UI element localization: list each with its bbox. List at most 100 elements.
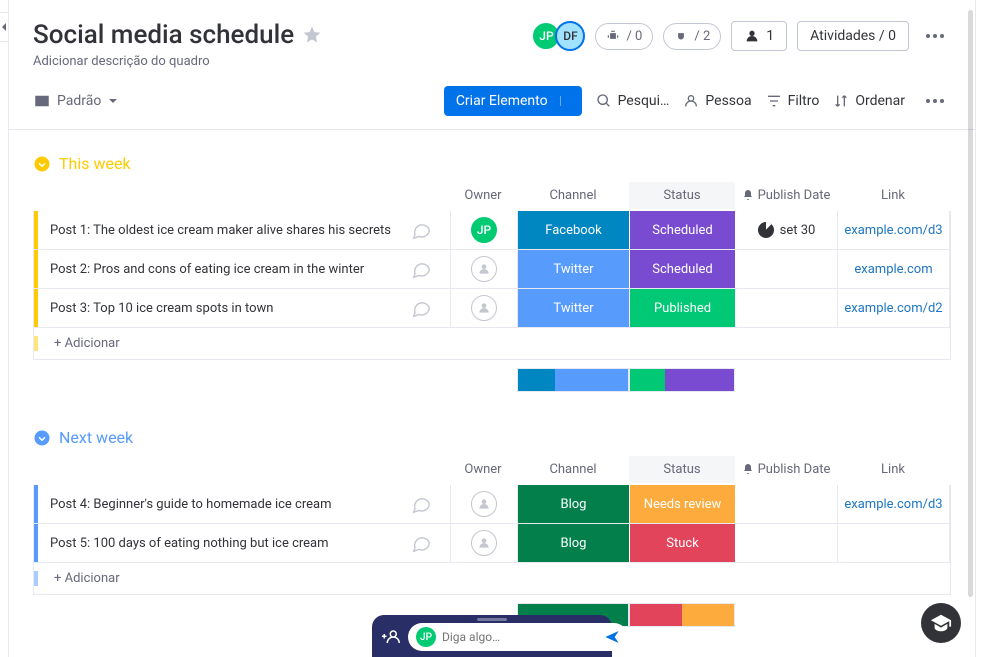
person-filter-button[interactable]: Pessoa — [683, 93, 751, 109]
member-avatar: DF — [555, 21, 585, 51]
owner-empty-icon[interactable] — [471, 295, 497, 321]
date-cell[interactable] — [736, 289, 838, 327]
chat-drag-handle[interactable] — [477, 618, 507, 621]
help-button[interactable] — [921, 603, 961, 643]
item-name-cell[interactable]: Post 4: Beginner's guide to homemade ice… — [38, 485, 450, 523]
channel-cell[interactable]: Facebook — [518, 211, 630, 249]
collapse-sidebar-button[interactable] — [0, 12, 8, 42]
chat-input[interactable] — [442, 630, 598, 644]
column-header-owner[interactable]: Owner — [449, 456, 517, 483]
item-name: Post 5: 100 days of eating nothing but i… — [50, 536, 329, 551]
owner-cell[interactable] — [450, 289, 518, 327]
table-row[interactable]: Post 5: 100 days of eating nothing but i… — [33, 524, 951, 563]
owner-empty-icon[interactable] — [471, 491, 497, 517]
item-name-cell[interactable]: Post 3: Top 10 ice cream spots in town — [38, 289, 450, 327]
search-button[interactable]: Pesqui… — [596, 93, 670, 109]
channel-cell[interactable]: Blog — [518, 524, 630, 562]
table-row[interactable]: Post 4: Beginner's guide to homemade ice… — [33, 485, 951, 524]
owner-cell[interactable] — [450, 250, 518, 288]
owner-empty-icon[interactable] — [471, 530, 497, 556]
invite-members-button[interactable]: 1 — [731, 21, 787, 51]
add-item-row[interactable]: + Adicionar — [33, 563, 951, 595]
sort-icon — [833, 93, 849, 109]
owner-cell[interactable]: JP — [450, 211, 518, 249]
conversation-icon[interactable] — [410, 258, 432, 280]
add-person-icon[interactable] — [382, 626, 400, 648]
collapse-group-icon[interactable] — [33, 155, 51, 173]
add-item-row[interactable]: + Adicionar — [33, 328, 951, 360]
column-header-link[interactable]: Link — [837, 456, 949, 483]
activities-button[interactable]: Atividades / 0 — [797, 21, 909, 51]
filter-button[interactable]: Filtro — [766, 93, 820, 109]
item-name-cell[interactable]: Post 2: Pros and cons of eating ice crea… — [38, 250, 450, 288]
table-row[interactable]: Post 2: Pros and cons of eating ice crea… — [33, 250, 951, 289]
group-title[interactable]: Next week — [59, 428, 133, 447]
column-header-date[interactable]: Publish Date — [735, 182, 837, 209]
channel-cell[interactable]: Blog — [518, 485, 630, 523]
status-summary — [629, 368, 735, 392]
column-header-status[interactable]: Status — [629, 456, 735, 483]
channel-cell[interactable]: Twitter — [518, 250, 630, 288]
group: This week Owner Channel Status Publish D… — [33, 154, 951, 392]
status-cell[interactable]: Scheduled — [630, 250, 736, 288]
group-title[interactable]: This week — [59, 154, 131, 173]
table-row[interactable]: Post 1: The oldest ice cream maker alive… — [33, 211, 951, 250]
status-cell[interactable]: Needs review — [630, 485, 736, 523]
owner-cell[interactable] — [450, 524, 518, 562]
date-cell[interactable] — [736, 485, 838, 523]
ellipsis-icon — [925, 98, 945, 104]
board-toolbar: Padrão Criar Elemento Pesqui… Pessoa Fil… — [9, 77, 975, 130]
integrations-pill[interactable]: / 2 — [663, 23, 721, 50]
people-icon — [744, 28, 760, 44]
owner-avatar[interactable]: JP — [469, 215, 499, 245]
conversation-icon[interactable] — [410, 493, 432, 515]
item-name-cell[interactable]: Post 5: 100 days of eating nothing but i… — [38, 524, 450, 562]
column-header-channel[interactable]: Channel — [517, 456, 629, 483]
board-title[interactable]: Social media schedule — [33, 20, 294, 50]
collapse-group-icon[interactable] — [33, 429, 51, 447]
status-cell[interactable]: Stuck — [630, 524, 736, 562]
column-header-date[interactable]: Publish Date — [735, 456, 837, 483]
avatar-stack[interactable]: JP DF — [537, 21, 585, 51]
conversation-icon[interactable] — [410, 297, 432, 319]
view-switcher[interactable]: Padrão — [33, 92, 119, 110]
conversation-icon[interactable] — [410, 219, 432, 241]
column-header-channel[interactable]: Channel — [517, 182, 629, 209]
view-label: Padrão — [57, 93, 101, 109]
send-icon[interactable] — [604, 629, 620, 645]
group: Next week Owner Channel Status Publish D… — [33, 428, 951, 627]
column-header-link[interactable]: Link — [837, 182, 949, 209]
column-header-status[interactable]: Status — [629, 182, 735, 209]
column-header-owner[interactable]: Owner — [449, 182, 517, 209]
board-body: This week Owner Channel Status Publish D… — [9, 130, 975, 657]
status-cell[interactable]: Published — [630, 289, 736, 327]
link-cell[interactable]: example.com/d2 — [838, 289, 950, 327]
sort-button[interactable]: Ordenar — [833, 93, 905, 109]
channel-cell[interactable]: Twitter — [518, 289, 630, 327]
conversation-icon[interactable] — [410, 532, 432, 554]
link-cell[interactable]: example.com/d3 — [838, 211, 950, 249]
link-cell[interactable]: example.com/d3 — [838, 485, 950, 523]
table-row[interactable]: Post 3: Top 10 ice cream spots in town T… — [33, 289, 951, 328]
automations-pill[interactable]: / 0 — [595, 23, 653, 50]
create-item-button[interactable]: Criar Elemento — [444, 86, 582, 116]
status-cell[interactable]: Scheduled — [630, 211, 736, 249]
create-item-label: Criar Elemento — [456, 93, 548, 109]
activities-label: Atividades / 0 — [810, 28, 896, 44]
date-cell[interactable] — [736, 524, 838, 562]
link-cell[interactable]: example.com — [838, 250, 950, 288]
search-icon — [596, 93, 612, 109]
favorite-star-icon[interactable] — [302, 25, 322, 45]
owner-empty-icon[interactable] — [471, 256, 497, 282]
scrollbar[interactable] — [968, 10, 973, 597]
date-cell[interactable] — [736, 250, 838, 288]
item-name-cell[interactable]: Post 1: The oldest ice cream maker alive… — [38, 211, 450, 249]
chevron-down-icon — [107, 95, 119, 107]
board-menu-button[interactable] — [919, 20, 951, 52]
owner-cell[interactable] — [450, 485, 518, 523]
link-cell[interactable] — [838, 524, 950, 562]
date-cell[interactable]: set 30 — [736, 211, 838, 249]
chat-bar[interactable]: JP — [372, 615, 612, 657]
board-description[interactable]: Adicionar descrição do quadro — [33, 54, 322, 69]
toolbar-menu-button[interactable] — [919, 85, 951, 117]
